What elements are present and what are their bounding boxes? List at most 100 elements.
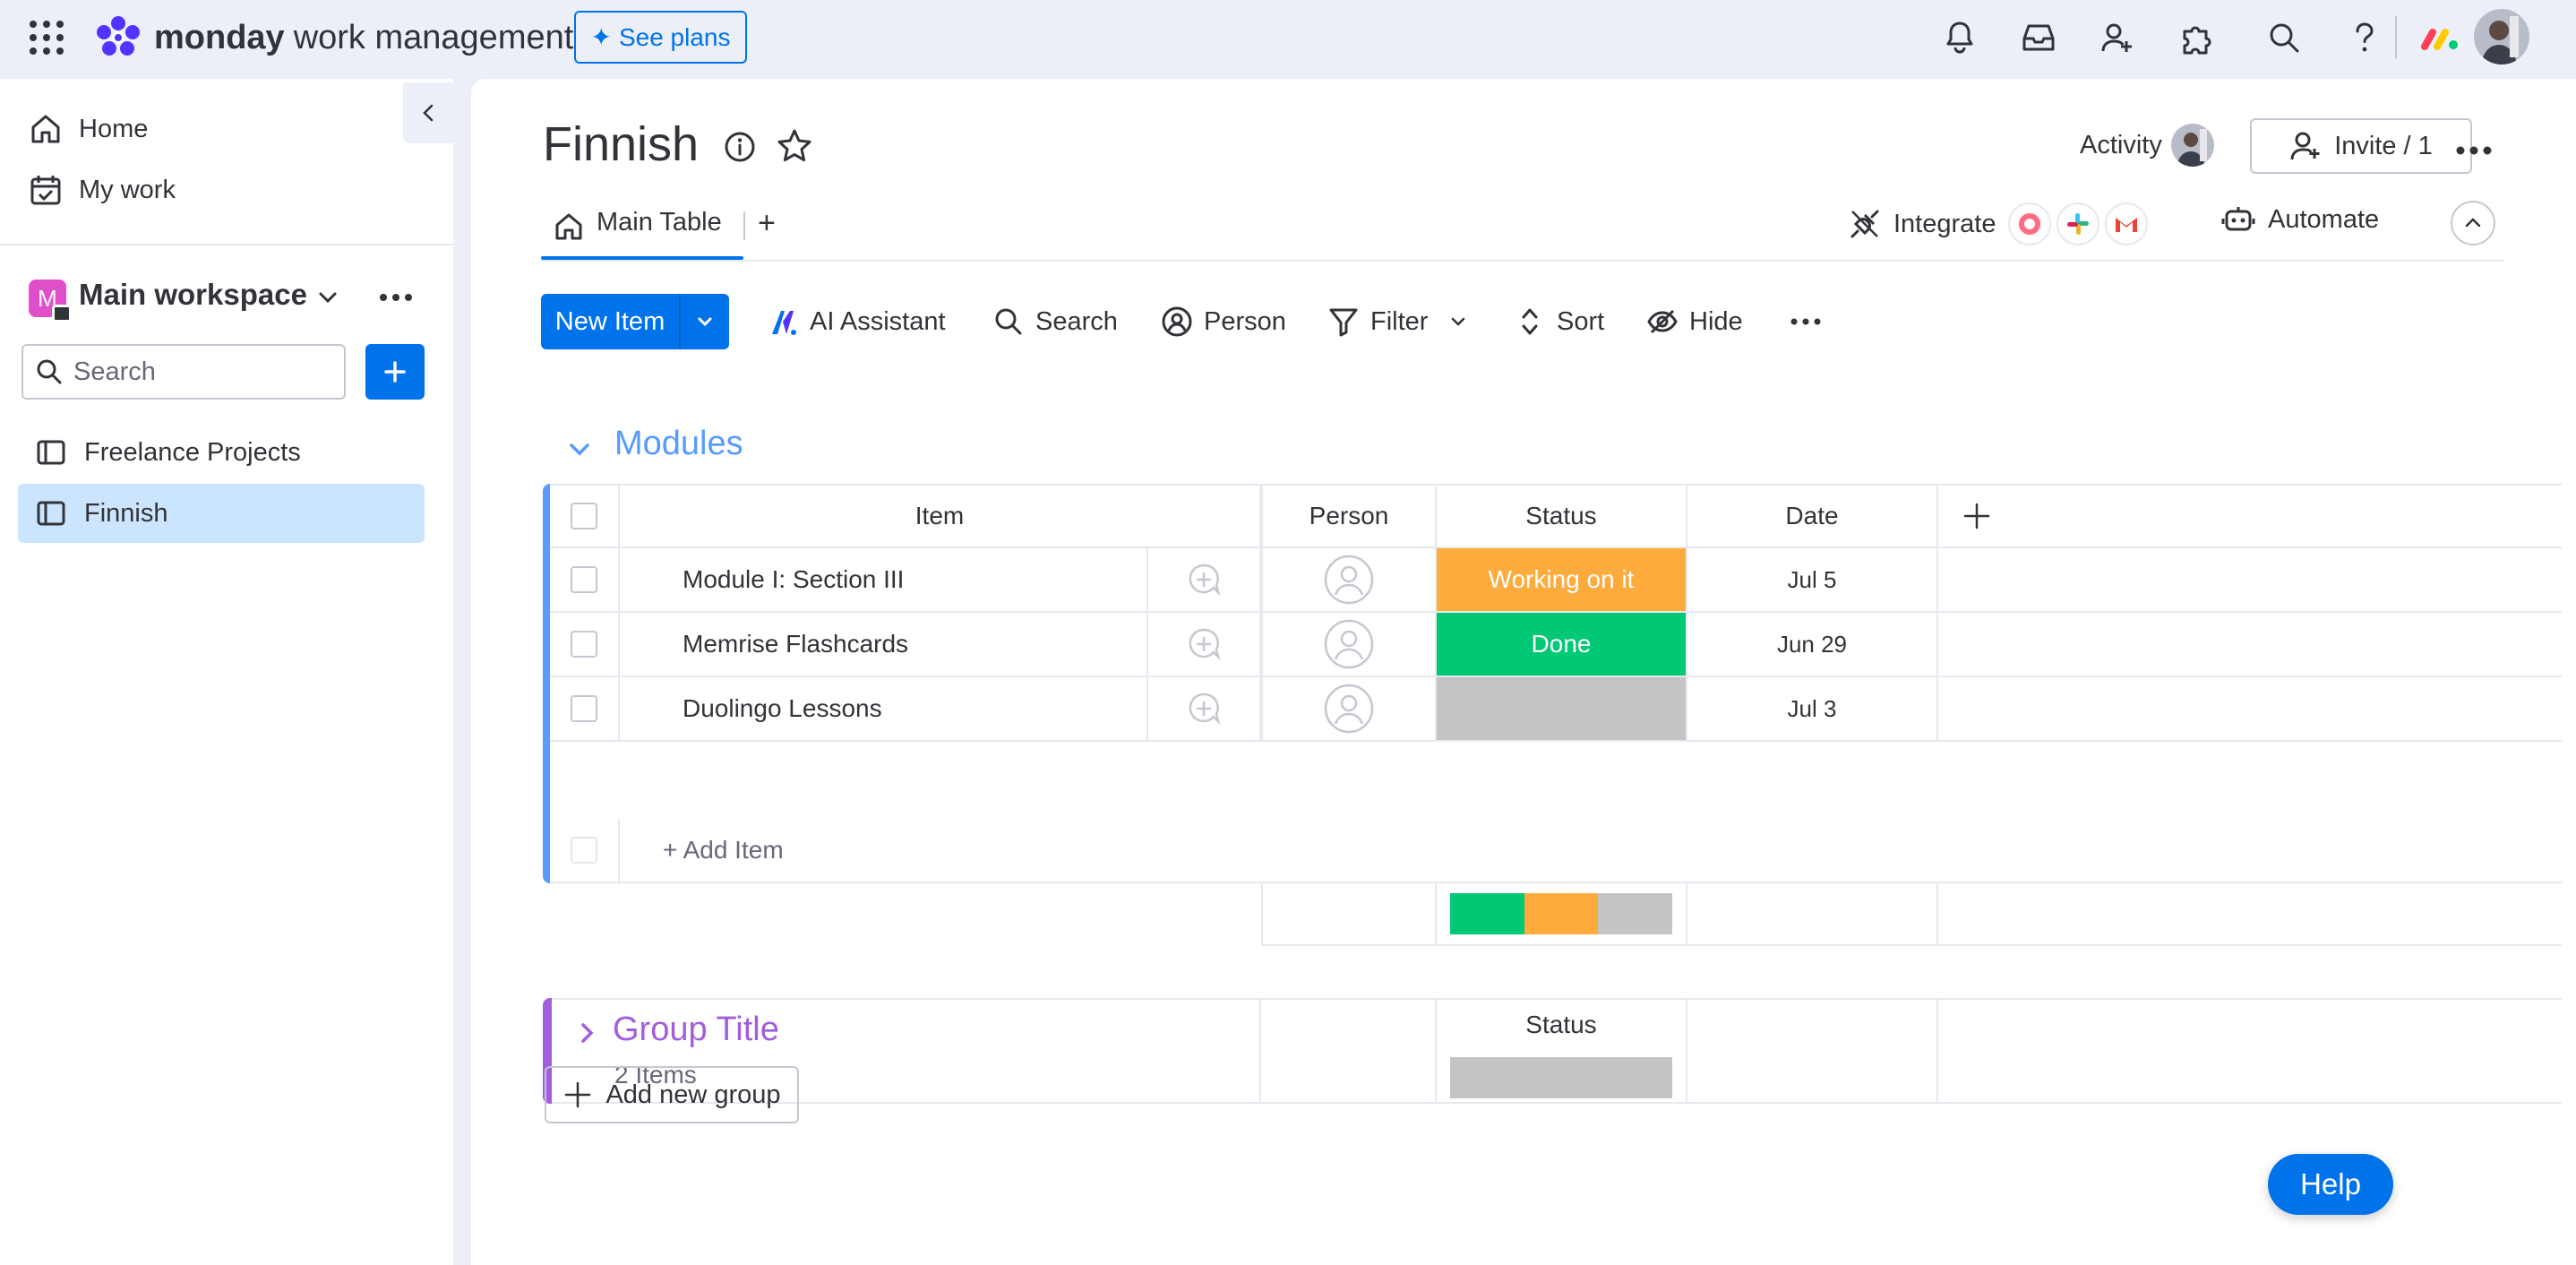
sort-button[interactable]: Sort [1514, 301, 1604, 342]
see-plans-button[interactable]: ✦ See plans [574, 11, 747, 64]
sidebar-item-my-work[interactable]: My work [29, 167, 176, 213]
monday-products-icon[interactable] [2420, 22, 2460, 54]
select-all-checkbox[interactable] [571, 503, 597, 529]
ai-assistant-button[interactable]: AI Assistant [767, 301, 946, 342]
chevron-down-icon[interactable] [313, 283, 342, 312]
logo[interactable]: monday work management [93, 14, 573, 61]
item-name[interactable]: Module I: Section III [683, 565, 904, 594]
filter-icon [1329, 308, 1358, 337]
board-icon [37, 440, 65, 465]
row-checkbox[interactable] [571, 566, 597, 593]
column-header-item[interactable]: Item [620, 486, 1261, 548]
new-item-label: New Item [554, 306, 665, 336]
filter-button[interactable]: Filter [1327, 301, 1469, 342]
add-update-icon[interactable] [1186, 626, 1222, 662]
sidebar-item-finnish[interactable]: Finnish [18, 484, 425, 543]
person-placeholder-icon[interactable] [1324, 684, 1374, 734]
activity-button[interactable]: Activity [2080, 124, 2214, 167]
column-header-date[interactable]: Date [1687, 486, 1938, 548]
row-checkbox-cell[interactable] [550, 613, 620, 677]
status-summary-segment[interactable] [1450, 893, 1524, 934]
status-summary-cell[interactable] [1437, 883, 1687, 946]
status-cell[interactable] [1437, 677, 1687, 742]
row-checkbox[interactable] [571, 695, 597, 722]
status-cell[interactable]: Done [1437, 613, 1687, 677]
row-checkbox-cell[interactable] [550, 677, 620, 742]
new-item-dropdown[interactable] [679, 294, 729, 349]
brand-name: monday [154, 18, 285, 56]
invite-button[interactable]: Invite / 1 [2250, 118, 2472, 174]
collapse-header-button[interactable] [2451, 201, 2495, 245]
invite-members-icon[interactable] [2098, 18, 2137, 57]
item-name-cell[interactable]: Memrise Flashcards [620, 613, 1148, 677]
add-update-cell[interactable] [1148, 613, 1261, 677]
person-cell[interactable] [1261, 613, 1437, 677]
group-title[interactable]: Group Title [613, 1011, 779, 1049]
help-button[interactable]: Help [2268, 1154, 2393, 1215]
add-board-button[interactable] [365, 344, 425, 400]
sidebar-search[interactable] [21, 344, 346, 400]
apps-marketplace-icon[interactable] [2177, 18, 2216, 57]
info-icon[interactable] [722, 129, 758, 165]
status-summary-bar[interactable] [1450, 893, 1672, 934]
add-update-icon[interactable] [1186, 562, 1222, 598]
item-name-cell[interactable]: Duolingo Lessons [620, 677, 1148, 742]
inbox-icon[interactable] [2019, 18, 2058, 57]
board-more-icon[interactable] [2452, 131, 2495, 170]
search-button[interactable]: Search [992, 301, 1118, 342]
add-item-row[interactable]: + Add Item [620, 819, 2562, 883]
sidebar-item-home[interactable]: Home [29, 106, 148, 152]
person-cell[interactable] [1261, 677, 1437, 742]
sidebar-search-input[interactable] [73, 357, 324, 387]
item-name[interactable]: Duolingo Lessons [683, 694, 882, 723]
workspace-more-icon[interactable] [376, 283, 416, 312]
person-cell[interactable] [1261, 548, 1437, 613]
toolbar-more-icon[interactable] [1788, 301, 1824, 342]
add-new-group-button[interactable]: Add new group [545, 1066, 799, 1123]
date-cell[interactable]: Jul 5 [1687, 548, 1938, 613]
item-name-cell[interactable]: Module I: Section III [620, 548, 1148, 613]
chevron-down-icon[interactable] [564, 434, 595, 464]
tab-main-table[interactable]: Main Table [597, 208, 722, 237]
new-item-button[interactable]: New Item [541, 294, 729, 349]
chevron-right-icon[interactable] [571, 1018, 602, 1048]
board-title[interactable]: Finnish [543, 116, 699, 172]
add-update-icon[interactable] [1186, 691, 1222, 727]
empty-cell [1938, 613, 2562, 677]
person-placeholder-icon[interactable] [1324, 555, 1374, 605]
notifications-bell-icon[interactable] [1940, 18, 1979, 57]
person-placeholder-icon[interactable] [1324, 619, 1374, 669]
date-cell[interactable]: Jul 3 [1687, 677, 1938, 742]
row-checkbox-cell[interactable] [550, 548, 620, 613]
favorite-star-icon[interactable] [776, 127, 813, 165]
column-header-person[interactable]: Person [1261, 486, 1437, 548]
group-title[interactable]: Modules [614, 425, 743, 463]
status-summary-bar[interactable] [1450, 1057, 1672, 1098]
help-icon[interactable] [2345, 18, 2384, 57]
workspace-name[interactable]: Main workspace [79, 278, 307, 312]
automate-button[interactable]: Automate [2221, 202, 2379, 237]
status-summary-segment[interactable] [1524, 893, 1599, 934]
chevron-down-icon[interactable] [1447, 311, 1469, 332]
item-name[interactable]: Memrise Flashcards [683, 630, 908, 658]
status-cell[interactable]: Working on it [1437, 548, 1687, 613]
add-view-button[interactable]: + [758, 206, 776, 241]
add-update-cell[interactable] [1148, 677, 1261, 742]
integrate-button[interactable]: Integrate [1849, 202, 2149, 245]
add-update-cell[interactable] [1148, 548, 1261, 613]
status-summary-segment[interactable] [1598, 893, 1672, 934]
sidebar-item-freelance-projects[interactable]: Freelance Projects [18, 423, 425, 482]
user-avatar[interactable] [2474, 9, 2529, 65]
person-filter-button[interactable]: Person [1161, 301, 1286, 342]
search-icon[interactable] [2264, 18, 2304, 57]
column-header-status[interactable]: Status [1437, 486, 1687, 548]
add-column-plus-icon[interactable] [1962, 501, 1992, 531]
collapsed-status-cell[interactable]: Status [1437, 1000, 1687, 1104]
row-checkbox[interactable] [571, 631, 597, 658]
collapse-sidebar-button[interactable] [403, 82, 453, 143]
select-all-cell[interactable] [550, 486, 620, 548]
add-column-cell[interactable] [1938, 486, 2562, 548]
app-switcher-icon[interactable] [29, 20, 64, 56]
hide-button[interactable]: Hide [1646, 301, 1743, 342]
date-cell[interactable]: Jun 29 [1687, 613, 1938, 677]
